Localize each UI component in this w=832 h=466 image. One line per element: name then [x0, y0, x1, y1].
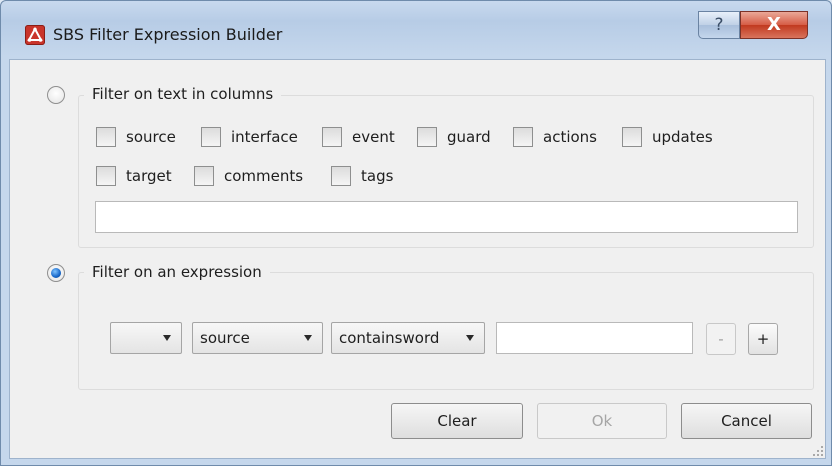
text-filter-radio[interactable] [47, 86, 65, 104]
chevron-down-icon [466, 335, 474, 341]
checkbox-source-label: source [126, 128, 176, 146]
checkbox-event[interactable] [322, 127, 342, 147]
checkbox-updates[interactable] [622, 127, 642, 147]
checkbox-comments[interactable] [194, 166, 214, 186]
minus-icon: - [718, 330, 724, 348]
checkbox-comments-label: comments [224, 167, 304, 185]
operator-select[interactable]: containsword [331, 322, 485, 354]
title-bar[interactable]: SBS Filter Expression Builder ? X [1, 1, 831, 59]
clear-button[interactable]: Clear [391, 403, 523, 439]
expression-filter-label: Filter on an expression [84, 263, 270, 281]
cancel-button[interactable]: Cancel [681, 403, 812, 439]
chevron-down-icon [304, 335, 312, 341]
window-title: SBS Filter Expression Builder [53, 25, 283, 44]
operator-select-value: containsword [339, 329, 440, 347]
column-text-input[interactable] [95, 201, 798, 233]
remove-condition-button[interactable]: - [706, 323, 736, 355]
dialog-body: Filter on text in columns source interfa… [9, 59, 826, 459]
checkbox-tags[interactable] [331, 166, 351, 186]
text-filter-label: Filter on text in columns [84, 85, 282, 103]
chevron-down-icon [163, 335, 171, 341]
dialog-window: SBS Filter Expression Builder ? X Filter… [0, 0, 832, 466]
add-condition-button[interactable]: + [748, 323, 778, 355]
ok-button[interactable]: Ok [537, 403, 667, 439]
checkbox-target[interactable] [96, 166, 116, 186]
plus-icon: + [756, 330, 770, 348]
checkbox-guard-label: guard [447, 128, 491, 146]
app-logo-icon [25, 25, 45, 45]
checkbox-actions[interactable] [513, 127, 533, 147]
expression-value-input[interactable] [496, 322, 693, 354]
checkbox-guard[interactable] [417, 127, 437, 147]
resize-grip-icon[interactable] [813, 446, 823, 456]
checkbox-interface-label: interface [231, 128, 298, 146]
help-icon: ? [714, 15, 724, 35]
checkbox-target-label: target [126, 167, 172, 185]
checkbox-source[interactable] [96, 127, 116, 147]
checkbox-interface[interactable] [201, 127, 221, 147]
close-button[interactable]: X [740, 11, 808, 39]
column-select[interactable]: source [192, 322, 323, 354]
checkbox-updates-label: updates [652, 128, 713, 146]
checkbox-actions-label: actions [543, 128, 597, 146]
prefix-select[interactable] [110, 322, 182, 354]
expression-filter-radio[interactable] [47, 264, 65, 282]
checkbox-tags-label: tags [361, 167, 394, 185]
help-button[interactable]: ? [698, 11, 740, 39]
checkbox-event-label: event [352, 128, 395, 146]
close-icon: X [767, 14, 781, 35]
column-select-value: source [200, 329, 250, 347]
